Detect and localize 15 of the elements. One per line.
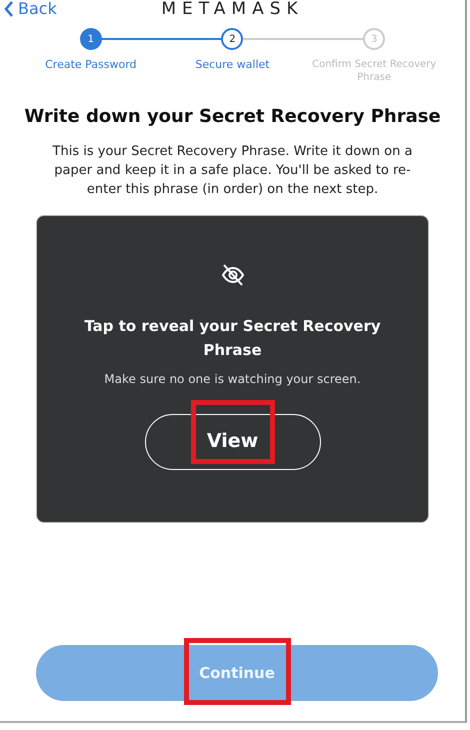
step-number: 3 [363,28,386,50]
back-chevron-icon [4,1,14,17]
step-label: Secure wallet [195,58,270,71]
back-link[interactable]: Back [4,0,57,18]
description-text: This is your Secret Recovery Phrase. Write it down on a paper and keep it in a safe place. You'll be asked to re-enter this phrase (in order) on the next step. [52,142,414,199]
step-label: Create Password [45,58,137,71]
eye-slash-icon [220,262,246,288]
view-button[interactable]: View [144,414,320,470]
reveal-title: Tap to reveal your Secret Recovery Phrase [83,316,382,361]
step-label: Confirm Secret Recovery Phrase [311,58,438,84]
step-number: 2 [221,28,244,50]
page-title: Write down your Secret Recovery Phrase [23,106,442,128]
reveal-subtitle: Make sure no one is watching your screen. [104,370,361,388]
step-number: 1 [80,28,102,50]
logo-text: METAMASK [161,0,304,18]
